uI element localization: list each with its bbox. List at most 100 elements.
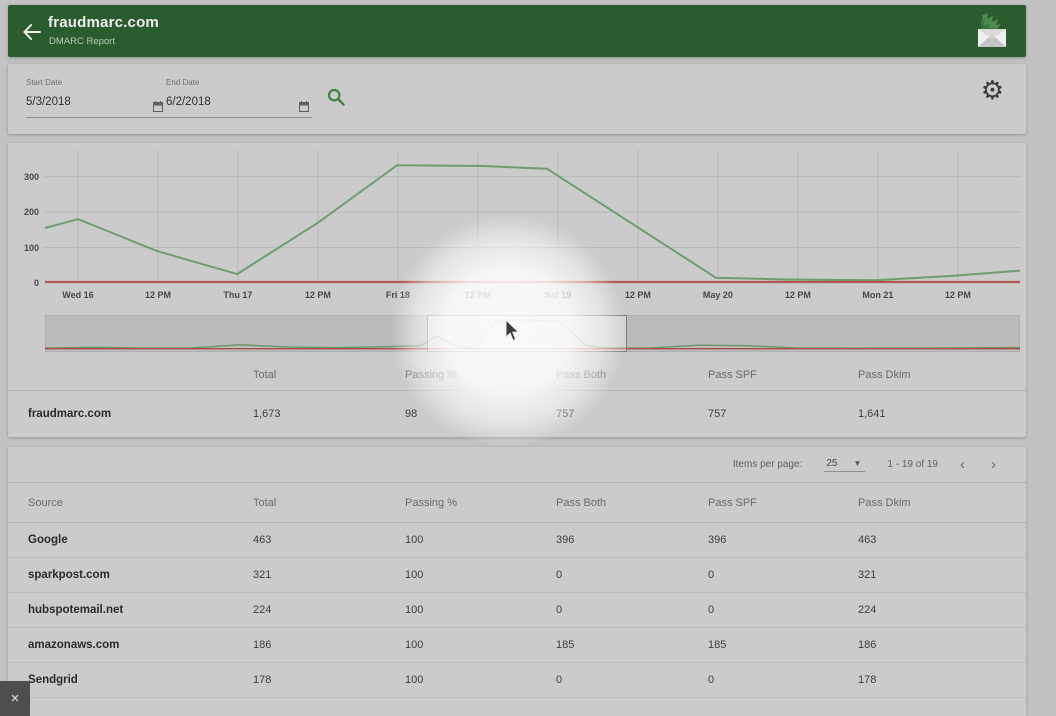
row-name: Sendgrid (28, 674, 253, 686)
row-value: 178 (253, 674, 405, 686)
table-row[interactable]: sparkpost.com32110000321 (8, 558, 1026, 593)
column-header: Pass Dkim (858, 369, 1026, 381)
column-header: Pass Both (556, 369, 708, 381)
sources-card: Items per page: 25 ▼ 1 - 19 of 19 ‹ › So… (8, 447, 1026, 716)
y-tick-label: 300 (13, 172, 39, 182)
timeseries-chart (8, 143, 1026, 308)
start-date-field[interactable]: Start Date 5/3/2018 (26, 78, 166, 118)
row-value: 321 (858, 569, 1026, 581)
column-header: Passing % (405, 497, 556, 509)
row-value: 186 (858, 639, 1026, 651)
page-subtitle: DMARC Report (49, 36, 115, 47)
start-date-value: 5/3/2018 (26, 96, 71, 108)
sources-table-body: Google463100396396463sparkpost.com321100… (8, 523, 1026, 698)
row-name: fraudmarc.com (28, 408, 253, 420)
row-value: 1,641 (858, 408, 1026, 420)
brush-shade-right (627, 315, 1020, 352)
row-name: sparkpost.com (28, 569, 253, 581)
pagination-bar: Items per page: 25 ▼ 1 - 19 of 19 ‹ › (8, 447, 1026, 483)
row-value: 100 (405, 639, 556, 651)
row-value: 757 (556, 408, 708, 420)
x-tick-label: 12 PM (288, 290, 348, 300)
end-date-label: End Date (166, 78, 312, 87)
items-per-page-select[interactable]: 25 ▼ (824, 458, 865, 472)
start-date-label: Start Date (26, 78, 166, 87)
row-value: 185 (556, 639, 708, 651)
row-value: 0 (708, 604, 858, 616)
x-tick-label: Wed 16 (48, 290, 108, 300)
row-name: amazonaws.com (28, 639, 253, 651)
column-header: Pass SPF (708, 369, 858, 381)
end-date-field[interactable]: End Date 6/2/2018 (166, 78, 312, 118)
row-value: 100 (405, 674, 556, 686)
row-value: 185 (708, 639, 858, 651)
x-tick-label: May 20 (688, 290, 748, 300)
row-value: 98 (405, 408, 556, 420)
chart-card: 0100200300 Wed 1612 PMThu 1712 PMFri 181… (8, 143, 1026, 437)
x-tick-label: 12 PM (768, 290, 828, 300)
x-tick-label: 12 PM (928, 290, 988, 300)
x-tick-label: 12 PM (448, 290, 508, 300)
column-header: Pass Both (556, 497, 708, 509)
row-value: 224 (858, 604, 1026, 616)
x-tick-label: Thu 17 (208, 290, 268, 300)
y-tick-label: 0 (13, 278, 39, 288)
page: fraudmarc.com DMARC Report Start Date 5/… (0, 0, 1056, 716)
row-value: 0 (556, 604, 708, 616)
brush-selection-window[interactable] (427, 315, 627, 352)
row-value: 463 (858, 534, 1026, 546)
next-page-button[interactable]: › (991, 457, 996, 472)
row-value: 463 (253, 534, 405, 546)
row-value: 396 (556, 534, 708, 546)
summary-table-row[interactable]: fraudmarc.com1,673987577571,641 (8, 391, 1026, 436)
back-button[interactable] (20, 20, 44, 44)
x-tick-label: 12 PM (608, 290, 668, 300)
row-name: hubspotemail.net (28, 604, 253, 616)
row-name: Google (28, 534, 253, 546)
column-header: Passing % (405, 369, 556, 381)
row-value: 100 (405, 569, 556, 581)
items-per-page-value: 25 (826, 458, 837, 469)
chevron-down-icon: ▼ (853, 459, 861, 468)
column-header: Source (28, 497, 253, 509)
y-tick-label: 100 (13, 243, 39, 253)
row-value: 1,673 (253, 408, 405, 420)
close-overlay-button[interactable]: × (0, 681, 30, 716)
search-icon (326, 87, 346, 107)
end-date-value: 6/2/2018 (166, 96, 211, 108)
x-tick-label: Sat 19 (528, 290, 588, 300)
x-tick-label: 12 PM (128, 290, 188, 300)
table-row[interactable]: Sendgrid17810000178 (8, 663, 1026, 698)
table-row[interactable]: Google463100396396463 (8, 523, 1026, 558)
y-tick-label: 200 (13, 207, 39, 217)
table-row[interactable]: hubspotemail.net22410000224 (8, 593, 1026, 628)
row-value: 0 (708, 674, 858, 686)
page-title: fraudmarc.com (48, 14, 159, 31)
row-value: 757 (708, 408, 858, 420)
calendar-icon[interactable] (153, 101, 163, 112)
table-row[interactable]: amazonaws.com186100185185186 (8, 628, 1026, 663)
brush-shade-left (45, 315, 427, 352)
chart-brush[interactable] (45, 315, 1020, 352)
row-value: 100 (405, 534, 556, 546)
previous-page-button[interactable]: ‹ (960, 457, 965, 472)
row-value: 224 (253, 604, 405, 616)
summary-table-header: TotalPassing %Pass BothPass SPFPass Dkim (8, 359, 1026, 391)
fraudmarc-envelope-logo-icon (974, 13, 1010, 51)
x-tick-label: Mon 21 (848, 290, 908, 300)
row-value: 186 (253, 639, 405, 651)
page-range-label: 1 - 19 of 19 (887, 459, 938, 470)
row-value: 321 (253, 569, 405, 581)
row-value: 178 (858, 674, 1026, 686)
settings-gear-icon[interactable]: ⚙ (981, 77, 1004, 103)
search-button[interactable] (326, 87, 346, 107)
row-value: 100 (405, 604, 556, 616)
sources-table-header: SourceTotalPassing %Pass BothPass SPFPas… (8, 483, 1026, 523)
row-value: 0 (556, 674, 708, 686)
column-header: Total (253, 497, 405, 509)
column-header: Total (253, 369, 405, 381)
row-value: 0 (556, 569, 708, 581)
app-header: fraudmarc.com DMARC Report (8, 5, 1026, 57)
calendar-icon[interactable] (299, 101, 309, 112)
arrow-left-icon (20, 20, 44, 44)
